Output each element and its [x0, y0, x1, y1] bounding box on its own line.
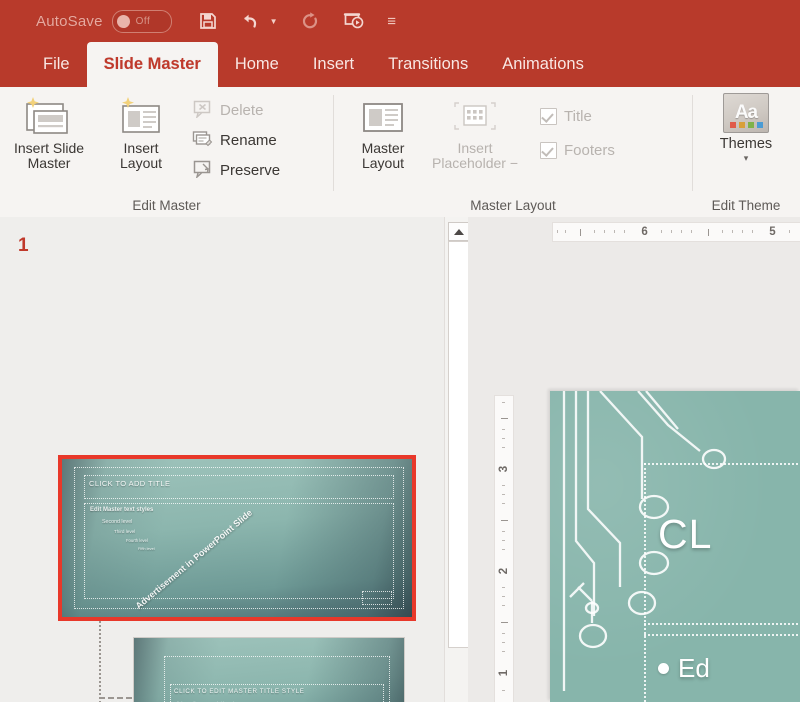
- ribbon: Insert Slide Master Insert Layout Delete…: [0, 87, 800, 218]
- edit-theme-group-label: Edit Theme: [711, 198, 781, 213]
- v-ruler-number-1: 1: [498, 669, 510, 677]
- title-checkbox-label: Title: [564, 107, 592, 125]
- vertical-ruler[interactable]: 3 2 1: [494, 395, 514, 702]
- master-layout-button[interactable]: Master Layout: [346, 93, 420, 171]
- thumbnail-pane-scrollbar[interactable]: [444, 217, 469, 702]
- thumb-body-line-5: Fifth level: [138, 546, 155, 551]
- thumb-title-text: CLICK TO ADD TITLE: [89, 479, 171, 488]
- layout-branch-1: [99, 697, 132, 699]
- edit-master-group-label: Edit Master: [132, 198, 201, 213]
- themes-button[interactable]: Aa Themes ▾: [710, 93, 782, 164]
- ribbon-group-edit-master: Insert Slide Master Insert Layout Delete…: [0, 87, 333, 217]
- title-placeholder-top: [644, 463, 800, 465]
- tab-slide-master[interactable]: Slide Master: [86, 42, 218, 87]
- start-presentation-icon[interactable]: [342, 9, 366, 33]
- quick-access-toolbar: ▼ ≡: [196, 9, 398, 33]
- delete-icon: [192, 98, 214, 123]
- title-bar: AutoSave Off ▼ ≡: [0, 0, 800, 42]
- insert-slide-master-icon: [21, 93, 77, 139]
- slide-bullet-text: Ed: [678, 653, 710, 683]
- footers-checkbox[interactable]: [540, 141, 558, 159]
- title-placeholder-bottom: [644, 623, 800, 625]
- delete-master-button[interactable]: Delete: [188, 95, 284, 125]
- rename-label: Rename: [220, 131, 277, 149]
- slide-master-thumbnail[interactable]: CLICK TO ADD TITLE Edit Master text styl…: [58, 455, 416, 621]
- slide-title-text[interactable]: CL: [658, 511, 712, 558]
- preserve-master-button[interactable]: Preserve: [188, 155, 284, 185]
- ribbon-group-master-layout: Master Layout Insert Placeholder − Title…: [334, 87, 692, 217]
- title-checkbox[interactable]: [540, 107, 558, 125]
- tab-home[interactable]: Home: [218, 42, 296, 87]
- insert-placeholder-dropdown-caret: −: [509, 155, 519, 171]
- tab-transitions[interactable]: Transitions: [371, 42, 485, 87]
- autosave-state-label: Off: [135, 15, 151, 27]
- scroll-up-arrow-icon: [453, 228, 464, 235]
- autosave-label: AutoSave: [36, 12, 103, 30]
- master-layout-icon: [358, 93, 408, 139]
- slide-edit-pane: 6 5 3 2 1 CL Ed: [468, 217, 800, 702]
- undo-dropdown-caret[interactable]: ▼: [270, 17, 278, 26]
- footers-checkbox-label: Footers: [564, 141, 615, 159]
- layout-thumbnail-title-slide[interactable]: CLICK TO EDIT MASTER TITLE STYLE Click t…: [133, 637, 405, 702]
- v-ruler-number-3: 3: [498, 465, 510, 473]
- redo-icon[interactable]: [298, 9, 322, 33]
- tab-insert[interactable]: Insert: [296, 42, 371, 87]
- thumb-body-line-3: Third level: [114, 529, 136, 534]
- autosave-control[interactable]: AutoSave Off: [36, 9, 172, 33]
- slide-canvas[interactable]: CL Ed: [550, 391, 800, 702]
- save-icon[interactable]: [196, 9, 220, 33]
- insert-placeholder-label: Insert Placeholder −: [432, 140, 519, 171]
- customize-quick-access-toolbar-icon[interactable]: ≡: [386, 14, 398, 29]
- horizontal-ruler[interactable]: 6 5: [552, 222, 800, 242]
- rename-master-button[interactable]: Rename: [188, 125, 284, 155]
- autosave-toggle[interactable]: Off: [111, 9, 172, 33]
- undo-icon[interactable]: [240, 9, 264, 33]
- themes-dropdown-caret[interactable]: ▾: [744, 153, 749, 164]
- powerpoint-window: AutoSave Off ▼ ≡ File Slide Master Home …: [0, 0, 800, 702]
- themes-icon-text: Aa: [734, 102, 758, 123]
- themes-icon: Aa: [722, 93, 769, 133]
- ribbon-tab-strip: File Slide Master Home Insert Transition…: [0, 42, 800, 87]
- thumb-body-line-2: Second level: [102, 519, 133, 525]
- themes-label: Themes: [719, 136, 773, 152]
- preserve-label: Preserve: [220, 161, 281, 179]
- title-checkbox-row[interactable]: Title: [540, 99, 615, 133]
- insert-slide-master-label: Insert Slide Master: [14, 140, 85, 171]
- insert-placeholder-button[interactable]: Insert Placeholder −: [426, 93, 524, 171]
- footers-checkbox-row[interactable]: Footers: [540, 133, 615, 167]
- bullet-point-icon: [658, 663, 669, 674]
- placeholder-left-edge: [644, 463, 646, 702]
- v-ruler-number-2: 2: [498, 567, 510, 575]
- scrollbar-thumb[interactable]: [448, 241, 469, 648]
- thumb-body-line-4: Fourth level: [126, 538, 148, 543]
- slide-thumbnail-pane[interactable]: 1 CLICK TO ADD TITLE Edit Master text st…: [0, 217, 445, 702]
- thumb-footer-placeholder: [362, 591, 392, 605]
- master-layout-group-label: Master Layout: [470, 198, 556, 213]
- insert-layout-button[interactable]: Insert Layout: [104, 93, 178, 171]
- themes-color-dots: [729, 122, 763, 128]
- insert-layout-label: Insert Layout: [120, 140, 163, 171]
- thumb-title-text: CLICK TO EDIT MASTER TITLE STYLE: [174, 688, 305, 695]
- edit-master-small-buttons: Delete Rename Preserve: [188, 93, 284, 185]
- delete-label: Delete: [220, 101, 264, 119]
- ribbon-group-edit-theme: Aa Themes ▾ Edit Theme: [693, 87, 799, 217]
- tab-file[interactable]: File: [26, 42, 87, 87]
- insert-placeholder-icon: [447, 93, 503, 139]
- insert-slide-master-button[interactable]: Insert Slide Master: [8, 93, 90, 171]
- h-ruler-number-5: 5: [769, 226, 776, 238]
- body-placeholder-top: [644, 634, 800, 636]
- slide-bullet-row[interactable]: Ed: [658, 653, 710, 684]
- h-ruler-number-6: 6: [641, 226, 648, 238]
- master-layout-label: Master Layout: [361, 140, 405, 171]
- insert-layout-icon: [113, 93, 169, 139]
- rename-icon: [192, 128, 214, 153]
- preserve-icon: [192, 158, 214, 183]
- tab-animations[interactable]: Animations: [485, 42, 601, 87]
- thumb-body-line-1: Edit Master text styles: [90, 507, 154, 513]
- master-layout-checkboxes: Title Footers: [540, 93, 615, 167]
- slide-number-label: 1: [18, 235, 29, 256]
- autosave-toggle-knob: [116, 14, 130, 28]
- scroll-up-button[interactable]: [448, 222, 469, 241]
